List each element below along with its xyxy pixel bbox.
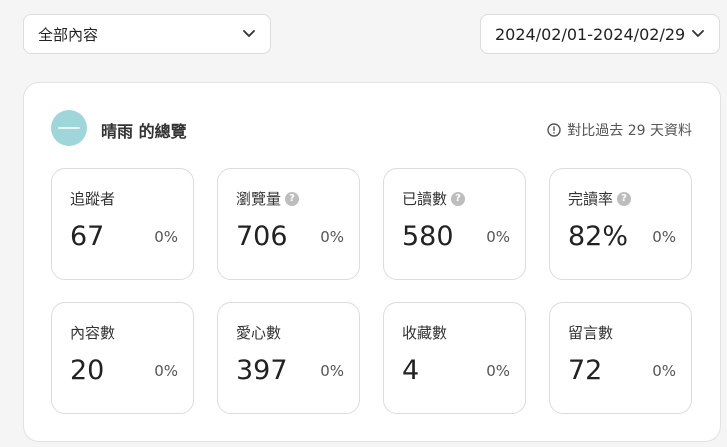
metric-card-likes: 愛心數 397 0% <box>217 302 360 414</box>
chevron-down-icon <box>691 27 705 41</box>
metric-label: 完讀率 <box>568 190 614 208</box>
metric-change: 0% <box>154 362 178 380</box>
overview-panel: 晴雨 的總覽 對比過去 29 天資料 追蹤者 67 0% 瀏覽量? 706 0%… <box>23 82 721 442</box>
metric-change: 0% <box>320 228 344 246</box>
question-circle-icon[interactable]: ? <box>617 191 632 206</box>
metric-change: 0% <box>486 362 510 380</box>
info-circle-icon <box>547 123 561 137</box>
metric-card-completion-rate: 完讀率? 82% 0% <box>549 168 692 280</box>
metric-value: 706 <box>236 221 288 252</box>
question-circle-icon[interactable]: ? <box>285 191 300 206</box>
date-range-select[interactable]: 2024/02/01-2024/02/29 <box>480 14 720 54</box>
metric-value: 72 <box>568 355 603 386</box>
metric-card-views: 瀏覽量? 706 0% <box>217 168 360 280</box>
compare-note: 對比過去 29 天資料 <box>547 120 692 140</box>
metric-card-content-count: 內容數 20 0% <box>51 302 194 414</box>
metric-change: 0% <box>486 228 510 246</box>
metric-label: 瀏覽量 <box>236 190 282 208</box>
metric-label: 已讀數 <box>402 190 448 208</box>
metric-value: 580 <box>402 221 454 252</box>
date-range-value: 2024/02/01-2024/02/29 <box>495 24 686 44</box>
metric-value: 20 <box>70 355 105 386</box>
metric-label: 收藏數 <box>402 324 448 342</box>
question-circle-icon[interactable]: ? <box>451 191 466 206</box>
metric-label: 留言數 <box>568 324 614 342</box>
metric-card-comments: 留言數 72 0% <box>549 302 692 414</box>
metric-value: 67 <box>70 221 105 252</box>
avatar-image <box>58 127 80 129</box>
metric-change: 0% <box>652 228 676 246</box>
metric-value: 82% <box>568 221 629 252</box>
metric-change: 0% <box>154 228 178 246</box>
metric-card-bookmarks: 收藏數 4 0% <box>383 302 526 414</box>
metric-change: 0% <box>320 362 344 380</box>
overview-header: 晴雨 的總覽 對比過去 29 天資料 <box>51 109 692 147</box>
metric-value: 397 <box>236 355 288 386</box>
chevron-down-icon <box>242 27 256 41</box>
metric-card-reads: 已讀數? 580 0% <box>383 168 526 280</box>
metric-label: 追蹤者 <box>70 190 116 208</box>
metric-card-followers: 追蹤者 67 0% <box>51 168 194 280</box>
metric-label: 愛心數 <box>236 324 282 342</box>
metric-label: 內容數 <box>70 324 116 342</box>
metric-change: 0% <box>652 362 676 380</box>
content-filter-value: 全部內容 <box>38 25 99 44</box>
compare-note-text: 對比過去 29 天資料 <box>567 123 692 139</box>
overview-title: 晴雨 的總覽 <box>101 122 187 141</box>
metric-value: 4 <box>402 355 420 386</box>
content-filter-select[interactable]: 全部內容 <box>23 14 271 54</box>
avatar[interactable] <box>51 110 87 146</box>
